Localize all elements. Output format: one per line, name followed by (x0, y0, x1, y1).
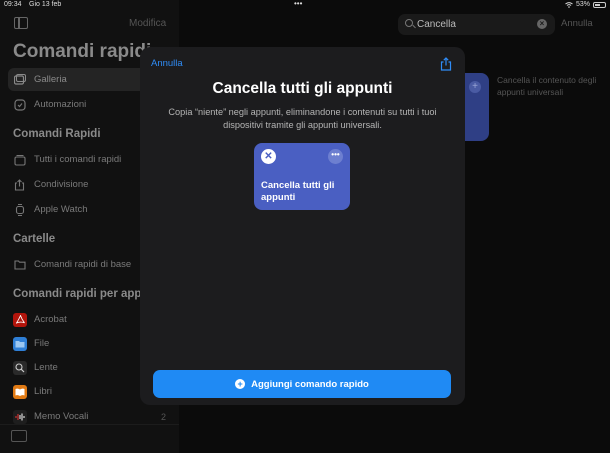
automation-icon (13, 98, 26, 111)
plus-icon[interactable]: + (469, 81, 481, 93)
modal-title: Cancella tutti gli appunti (212, 80, 393, 97)
files-icon (13, 336, 27, 351)
magnifier-icon (13, 360, 27, 375)
sidebar-toggle-icon[interactable] (14, 17, 28, 29)
status-time: 09:34 (4, 1, 22, 8)
edit-button[interactable]: Modifica (129, 18, 166, 29)
watch-icon (13, 203, 26, 216)
search-value: Cancella (417, 19, 456, 30)
sidebar-item-label: Condivisione (34, 179, 89, 190)
item-count: 2 (160, 411, 166, 422)
books-icon (13, 384, 27, 399)
sidebar-item-label: Comandi rapidi di base (34, 259, 132, 270)
shortcut-detail-sheet: Annulla Cancella tutti gli appunti Copia… (140, 47, 465, 405)
sidebar-item-label: File (34, 338, 50, 349)
share-icon (13, 178, 26, 191)
sidebar-item-label: Memo Vocali (34, 411, 89, 422)
status-date: Gio 13 feb (29, 1, 62, 8)
cancel-button[interactable]: Annulla (151, 58, 183, 69)
search-input[interactable]: Cancella × (398, 14, 555, 35)
sidebar-item-label: Apple Watch (34, 204, 88, 215)
battery-icon (593, 1, 606, 8)
more-options-icon[interactable]: ••• (328, 149, 343, 164)
card-description: Cancella il contenuto degli appunti univ… (497, 75, 597, 97)
sidebar-item-label: Lente (34, 362, 58, 373)
wifi-icon (565, 1, 573, 8)
close-icon: ✕ (261, 149, 276, 164)
plus-circle-icon: + (235, 379, 246, 389)
divider (0, 424, 179, 425)
stack-icon (13, 154, 26, 166)
folder-icon (13, 259, 26, 271)
add-shortcut-label: Aggiungi comando rapido (251, 378, 369, 390)
voice-memo-icon (13, 409, 27, 424)
sidebar-title: Comandi rapidi (13, 41, 152, 62)
search-cancel-button[interactable]: Annulla (561, 18, 593, 29)
multitasking-dots-icon[interactable]: ••• (294, 0, 302, 8)
status-bar: 09:34 Gio 13 feb ••• 53% (0, 0, 610, 11)
new-folder-icon[interactable] (11, 430, 27, 442)
section-header-app-shortcuts: Comandi rapidi per app (13, 288, 142, 300)
sidebar-item-label: Acrobat (34, 314, 67, 325)
modal-description: Copia “niente” negli appunti, eliminando… (168, 107, 437, 130)
gallery-icon (13, 74, 26, 86)
section-header-folders: Cartelle (13, 233, 56, 245)
clear-search-icon[interactable]: × (537, 19, 547, 29)
screen: Modifica Comandi rapidi Galleria Automaz… (0, 0, 610, 453)
shortcut-tile[interactable]: ✕ ••• Cancella tutti gli appunti (254, 143, 350, 210)
battery-percent: 53% (575, 1, 590, 8)
sidebar-item-label: Libri (34, 386, 52, 397)
sidebar-item-label: Galleria (34, 74, 67, 85)
search-icon (405, 19, 413, 27)
sidebar-item-label: Tutti i comandi rapidi (34, 154, 122, 165)
add-shortcut-button[interactable]: + Aggiungi comando rapido (153, 370, 451, 398)
acrobat-icon (13, 312, 27, 327)
share-icon[interactable] (440, 57, 452, 71)
status-right: 53% (565, 1, 606, 8)
sidebar-item-label: Automazioni (34, 99, 87, 110)
tile-label: Cancella tutti gli appunti (261, 180, 335, 203)
section-header-shortcuts: Comandi Rapidi (13, 128, 101, 140)
